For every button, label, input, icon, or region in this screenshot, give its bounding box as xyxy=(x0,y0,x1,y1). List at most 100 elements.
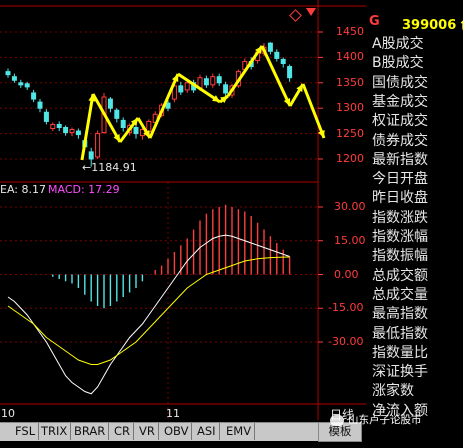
tab-asi[interactable]: ASI xyxy=(194,423,220,440)
candle-body xyxy=(267,42,273,52)
candlestick-series[interactable] xyxy=(5,42,293,167)
price-tick-label: 1250 xyxy=(336,126,364,140)
indicator-tab-bar: FSL TRIX BRAR CR VR OBV ASI EMV xyxy=(0,422,318,441)
candle[interactable] xyxy=(63,125,69,136)
quote-field-item[interactable]: 指数涨跌 xyxy=(372,210,428,227)
tab-obv[interactable]: OBV xyxy=(161,423,193,440)
candle-body xyxy=(69,129,75,134)
price-tick-label: 1350 xyxy=(336,75,364,89)
candle[interactable] xyxy=(267,42,273,55)
time-axis-mid: 11 xyxy=(166,407,180,420)
candle[interactable] xyxy=(223,81,229,98)
price-tick-label: 1200 xyxy=(336,152,364,165)
candle-body xyxy=(11,76,17,81)
tab-vr[interactable]: VR xyxy=(136,423,159,440)
candle[interactable] xyxy=(133,124,139,139)
macd-label: MACD: 17.29 xyxy=(48,183,120,196)
quote-field-item[interactable]: 权证成交 xyxy=(372,113,428,130)
candle[interactable] xyxy=(178,81,184,95)
tab-fsl[interactable]: FSL xyxy=(12,423,40,440)
down-triangle-icon xyxy=(306,8,316,16)
price-tick-label: 1400 xyxy=(336,50,364,64)
quote-field-item[interactable]: 指数振幅 xyxy=(372,248,428,265)
candle-body xyxy=(63,127,69,134)
candle-body xyxy=(95,133,101,158)
candle[interactable] xyxy=(274,49,280,62)
candle-body xyxy=(107,98,113,109)
candle-body xyxy=(37,101,43,109)
candle[interactable] xyxy=(56,121,62,132)
quote-field-item[interactable]: 今日开盘 xyxy=(372,171,428,188)
candle-body xyxy=(24,83,30,88)
candle[interactable] xyxy=(203,75,209,88)
candle-body xyxy=(184,82,190,91)
candle[interactable] xyxy=(114,108,120,123)
candle[interactable] xyxy=(280,57,286,68)
candle[interactable] xyxy=(50,122,56,132)
panel-code: G xyxy=(369,14,380,29)
quote-field-item[interactable]: 最新指数 xyxy=(372,152,428,169)
candle-body xyxy=(287,66,293,79)
candle[interactable] xyxy=(31,89,37,103)
candle-body xyxy=(18,82,24,86)
candle[interactable] xyxy=(120,117,126,132)
tab-emv[interactable]: EMV xyxy=(223,423,256,440)
quote-field-item[interactable]: 深证换手 xyxy=(372,364,428,381)
trend-arrows xyxy=(80,45,326,161)
candle-body xyxy=(114,109,120,119)
tab-trix[interactable]: TRIX xyxy=(38,423,72,440)
quote-field-item[interactable]: 昨日收盘 xyxy=(372,190,428,207)
macd-indicator[interactable] xyxy=(7,204,291,395)
macd-tick-label: 30.00 xyxy=(334,200,366,213)
quote-field-item[interactable]: 基金成交 xyxy=(372,94,428,111)
quote-field-item[interactable]: A股成交 xyxy=(372,36,424,53)
trend-arrow xyxy=(301,83,326,139)
candle[interactable] xyxy=(75,128,81,139)
wechat-icon xyxy=(330,414,344,426)
quote-field-item[interactable]: 总成交量 xyxy=(372,287,428,304)
candle-body xyxy=(165,102,171,109)
candle[interactable] xyxy=(69,127,75,137)
candle-body xyxy=(216,76,222,84)
price-tick-label: 1300 xyxy=(336,101,364,115)
candle-body xyxy=(210,76,216,86)
candle[interactable] xyxy=(5,68,11,78)
price-tick-label: 1450 xyxy=(336,25,364,38)
candle[interactable] xyxy=(216,73,222,86)
watermark: 山东卢子论股市 xyxy=(330,412,460,434)
candle[interactable] xyxy=(107,97,113,113)
quote-field-item[interactable]: 国债成交 xyxy=(372,75,428,92)
watermark-text: 山东卢子论股市 xyxy=(348,414,422,426)
macd-dif-line xyxy=(7,234,290,395)
time-axis-left: 10 xyxy=(1,407,15,420)
kline-chart[interactable] xyxy=(0,0,366,422)
macd-tick-label: -15.00 xyxy=(328,301,364,315)
tab-cr[interactable]: CR xyxy=(111,423,135,440)
stock-code: 399006 创 xyxy=(402,18,463,33)
quote-field-item[interactable]: B股成交 xyxy=(372,55,424,72)
candle-body xyxy=(56,123,62,129)
candle[interactable] xyxy=(43,109,49,125)
candle[interactable] xyxy=(95,130,101,159)
candle-body xyxy=(88,151,94,160)
tab-brar[interactable]: BRAR xyxy=(71,423,110,440)
quote-field-item[interactable]: 债券成交 xyxy=(372,133,428,150)
low-price-marker: ←1184.91 xyxy=(82,161,137,174)
candle[interactable] xyxy=(37,99,43,113)
quote-panel: G 399006 创 A股成交 B股成交国债成交基金成交权证成交债券成交最新指数今… xyxy=(366,0,463,448)
candle[interactable] xyxy=(11,73,17,83)
quote-field-item[interactable]: 指数涨幅 xyxy=(372,229,428,246)
candle-body xyxy=(280,58,286,64)
candle[interactable] xyxy=(287,64,293,82)
candle[interactable] xyxy=(210,73,216,88)
candle[interactable] xyxy=(18,79,24,88)
quote-field-item[interactable]: 指数量比 xyxy=(372,345,428,362)
trend-arrow xyxy=(148,73,180,139)
trend-arrow xyxy=(226,45,264,97)
trend-arrow xyxy=(80,93,96,161)
quote-field-item[interactable]: 涨家数 xyxy=(372,383,414,400)
quote-field-item[interactable]: 总成交额 xyxy=(372,268,428,285)
quote-field-item[interactable]: 最低指数 xyxy=(372,326,428,343)
quote-field-item[interactable]: 最高指数 xyxy=(372,306,428,323)
macd-tick-label: 0.00 xyxy=(334,267,359,281)
